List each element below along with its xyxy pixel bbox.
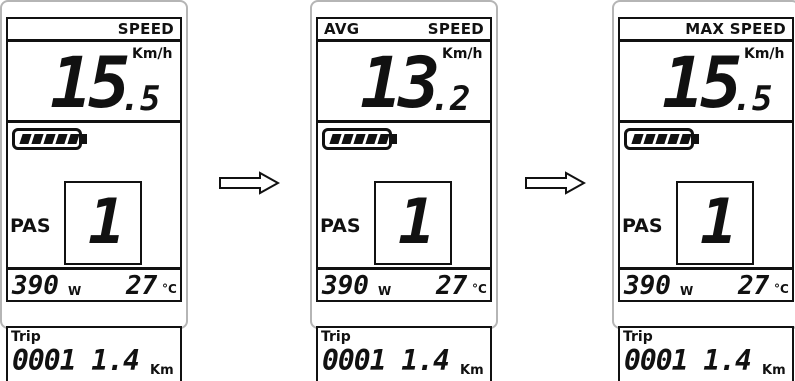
pas-level-box: 1 xyxy=(64,181,142,265)
power-value: 390 xyxy=(12,271,59,301)
temperature-value: 27 xyxy=(436,271,468,301)
header-right-label: SPEED xyxy=(427,20,484,38)
header-box: MAX SPEED xyxy=(618,17,794,41)
trip-value: 0001 1.4 xyxy=(12,344,140,377)
speed-box: 13 . 2 Km/h xyxy=(316,40,492,122)
pas-level-box: 1 xyxy=(676,181,754,265)
temperature-value: 27 xyxy=(738,271,770,301)
header-box: AVG SPEED xyxy=(316,17,492,41)
trip-box: Trip 0001 1.4 Km xyxy=(618,326,794,381)
speed-unit: Km/h xyxy=(442,46,483,62)
pas-level: 1 xyxy=(700,185,738,258)
speed-unit: Km/h xyxy=(744,46,785,62)
trip-unit: Km xyxy=(150,363,174,378)
speed-unit: Km/h xyxy=(132,46,173,62)
speed-decimal: 5 xyxy=(140,79,161,119)
right-arrow-icon xyxy=(525,171,586,195)
header-left-label: AVG xyxy=(324,20,360,38)
trip-value: 0001 1.4 xyxy=(624,344,752,377)
speed-box: 15 . 5 Km/h xyxy=(618,40,794,122)
speed-decimal-point: . xyxy=(120,79,141,119)
pas-level: 1 xyxy=(398,185,436,258)
power-temp-box: 390 W 27 °C xyxy=(316,268,492,302)
trip-unit: Km xyxy=(762,363,786,378)
temperature-value: 27 xyxy=(126,271,158,301)
power-temp-box: 390 W 27 °C xyxy=(6,268,182,302)
header-right-label: SPEED xyxy=(117,20,174,38)
display-panel-avg-speed: AVG SPEED 13 . 2 Km/h PAS 1 390 W 27 °C … xyxy=(310,0,498,381)
pas-level-box: 1 xyxy=(374,181,452,265)
power-value: 390 xyxy=(322,271,369,301)
speed-decimal-point: . xyxy=(732,79,753,119)
temperature-unit: °C xyxy=(472,282,487,296)
power-unit: W xyxy=(378,284,392,298)
trip-box: Trip 0001 1.4 Km xyxy=(6,326,182,381)
pas-label: PAS xyxy=(622,215,663,237)
speed-integer: 15 xyxy=(662,42,742,124)
power-unit: W xyxy=(680,284,694,298)
trip-unit: Km xyxy=(460,363,484,378)
speed-integer: 13 xyxy=(360,42,440,124)
power-unit: W xyxy=(68,284,82,298)
power-value: 390 xyxy=(624,271,671,301)
battery-pas-box: PAS 1 xyxy=(316,121,492,269)
battery-icon xyxy=(624,128,704,152)
trip-label: Trip xyxy=(623,329,653,345)
battery-pas-box: PAS 1 xyxy=(6,121,182,269)
speed-decimal: 5 xyxy=(752,79,773,119)
trip-value: 0001 1.4 xyxy=(322,344,450,377)
header-box: SPEED xyxy=(6,17,182,41)
right-arrow-icon xyxy=(219,171,280,195)
battery-pas-box: PAS 1 xyxy=(618,121,794,269)
trip-box: Trip 0001 1.4 Km xyxy=(316,326,492,381)
display-panel-max-speed: MAX SPEED 15 . 5 Km/h PAS 1 390 W 27 °C … xyxy=(612,0,795,381)
header-right-label: MAX SPEED xyxy=(685,20,786,38)
battery-icon xyxy=(12,128,92,152)
display-panel-speed: SPEED 15 . 5 Km/h PAS 1 390 W 27 °C Trip… xyxy=(0,0,188,381)
speed-integer: 15 xyxy=(50,42,130,124)
pas-level: 1 xyxy=(88,185,126,258)
battery-icon xyxy=(322,128,402,152)
power-temp-box: 390 W 27 °C xyxy=(618,268,794,302)
speed-box: 15 . 5 Km/h xyxy=(6,40,182,122)
pas-label: PAS xyxy=(10,215,51,237)
temperature-unit: °C xyxy=(162,282,177,296)
speed-decimal-point: . xyxy=(430,79,451,119)
pas-label: PAS xyxy=(320,215,361,237)
trip-label: Trip xyxy=(321,329,351,345)
temperature-unit: °C xyxy=(774,282,789,296)
trip-label: Trip xyxy=(11,329,41,345)
speed-decimal: 2 xyxy=(450,79,471,119)
